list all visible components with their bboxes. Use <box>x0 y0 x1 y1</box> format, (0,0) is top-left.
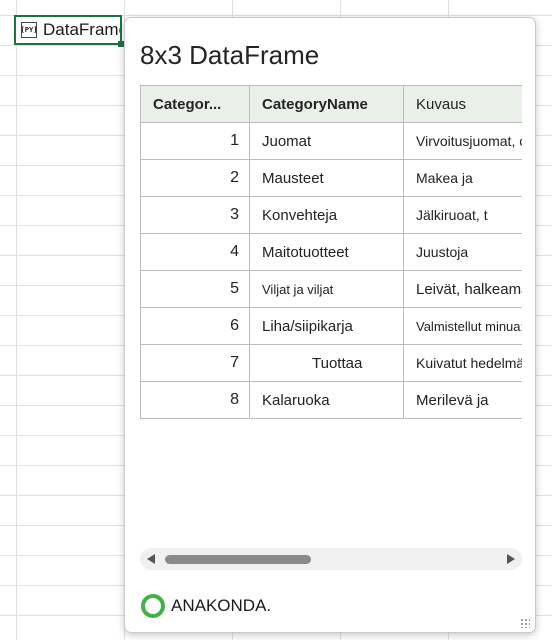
table-cell[interactable]: Juustoja <box>403 233 522 271</box>
table-cell[interactable]: Jälkiruoat, t <box>403 196 522 234</box>
dataframe-table: Categor... CategoryName Kuvaus 1 Juomat … <box>140 85 522 419</box>
table-cell[interactable]: Merilevä ja <box>403 381 522 419</box>
table-cell[interactable]: Viljat ja viljat <box>249 270 404 308</box>
table-cell[interactable]: 5 <box>140 270 250 308</box>
table-cell[interactable]: Liha/siipikarja <box>249 307 404 345</box>
table-cell[interactable]: 2 <box>140 159 250 197</box>
table-cell[interactable]: 4 <box>140 233 250 271</box>
table-cell[interactable]: Virvoitusjuomat, c <box>403 122 522 160</box>
scroll-left-icon[interactable] <box>147 554 155 564</box>
table-row: 4 Maitotuotteet Juustoja <box>140 233 522 271</box>
resize-grip-icon[interactable] <box>520 618 530 628</box>
scrollbar-thumb[interactable] <box>165 555 311 564</box>
cell-value: DataFrame <box>43 20 122 39</box>
column-header[interactable]: Kuvaus <box>403 85 522 123</box>
card-title: 8x3 DataFrame <box>140 40 320 70</box>
table-row: 6 Liha/siipikarja Valmistellut minua; <box>140 307 522 345</box>
selected-cell[interactable]: [PY] DataFrame <box>14 15 122 45</box>
table-row: 5 Viljat ja viljat Leivät, halkeama <box>140 270 522 308</box>
table-cell[interactable]: Mausteet <box>249 159 404 197</box>
table-row: 2 Mausteet Makea ja <box>140 159 522 197</box>
table-cell[interactable]: 1 <box>140 122 250 160</box>
column-header[interactable]: Categor... <box>140 85 250 123</box>
table-cell[interactable]: 8 <box>140 381 250 419</box>
table-cell[interactable]: 6 <box>140 307 250 345</box>
table-cell[interactable]: Makea ja <box>403 159 522 197</box>
card-footer: ANAKONDA. <box>141 594 271 618</box>
table-header-row: Categor... CategoryName Kuvaus <box>140 85 522 123</box>
table-row: 3 Konvehteja Jälkiruoat, t <box>140 196 522 234</box>
table-cell[interactable]: Valmistellut minua; <box>403 307 522 345</box>
table-cell[interactable]: 7 <box>140 344 250 382</box>
python-icon: [PY] <box>21 22 37 38</box>
table-row: 7 Tuottaa Kuivatut hedelmät <box>140 344 522 382</box>
table-cell[interactable]: Maitotuotteet <box>249 233 404 271</box>
dataframe-card: 8x3 DataFrame Categor... CategoryName Ku… <box>124 17 536 633</box>
table-row: 1 Juomat Virvoitusjuomat, c <box>140 122 522 160</box>
anaconda-logo-icon <box>141 594 165 618</box>
table-cell[interactable]: Juomat <box>249 122 404 160</box>
column-header[interactable]: CategoryName <box>249 85 404 123</box>
table-cell[interactable]: Konvehteja <box>249 196 404 234</box>
table-row: 8 Kalaruoka Merilevä ja <box>140 381 522 419</box>
table-cell[interactable]: Kalaruoka <box>249 381 404 419</box>
scroll-right-icon[interactable] <box>507 554 515 564</box>
table-cell[interactable]: Leivät, halkeama <box>403 270 522 308</box>
table-cell[interactable]: Kuivatut hedelmät <box>403 344 522 382</box>
horizontal-scrollbar[interactable] <box>140 548 522 570</box>
footer-brand: ANAKONDA. <box>171 596 272 615</box>
table-cell[interactable]: Tuottaa <box>249 344 404 382</box>
dataframe-table-container[interactable]: Categor... CategoryName Kuvaus 1 Juomat … <box>140 85 522 440</box>
table-cell[interactable]: 3 <box>140 196 250 234</box>
